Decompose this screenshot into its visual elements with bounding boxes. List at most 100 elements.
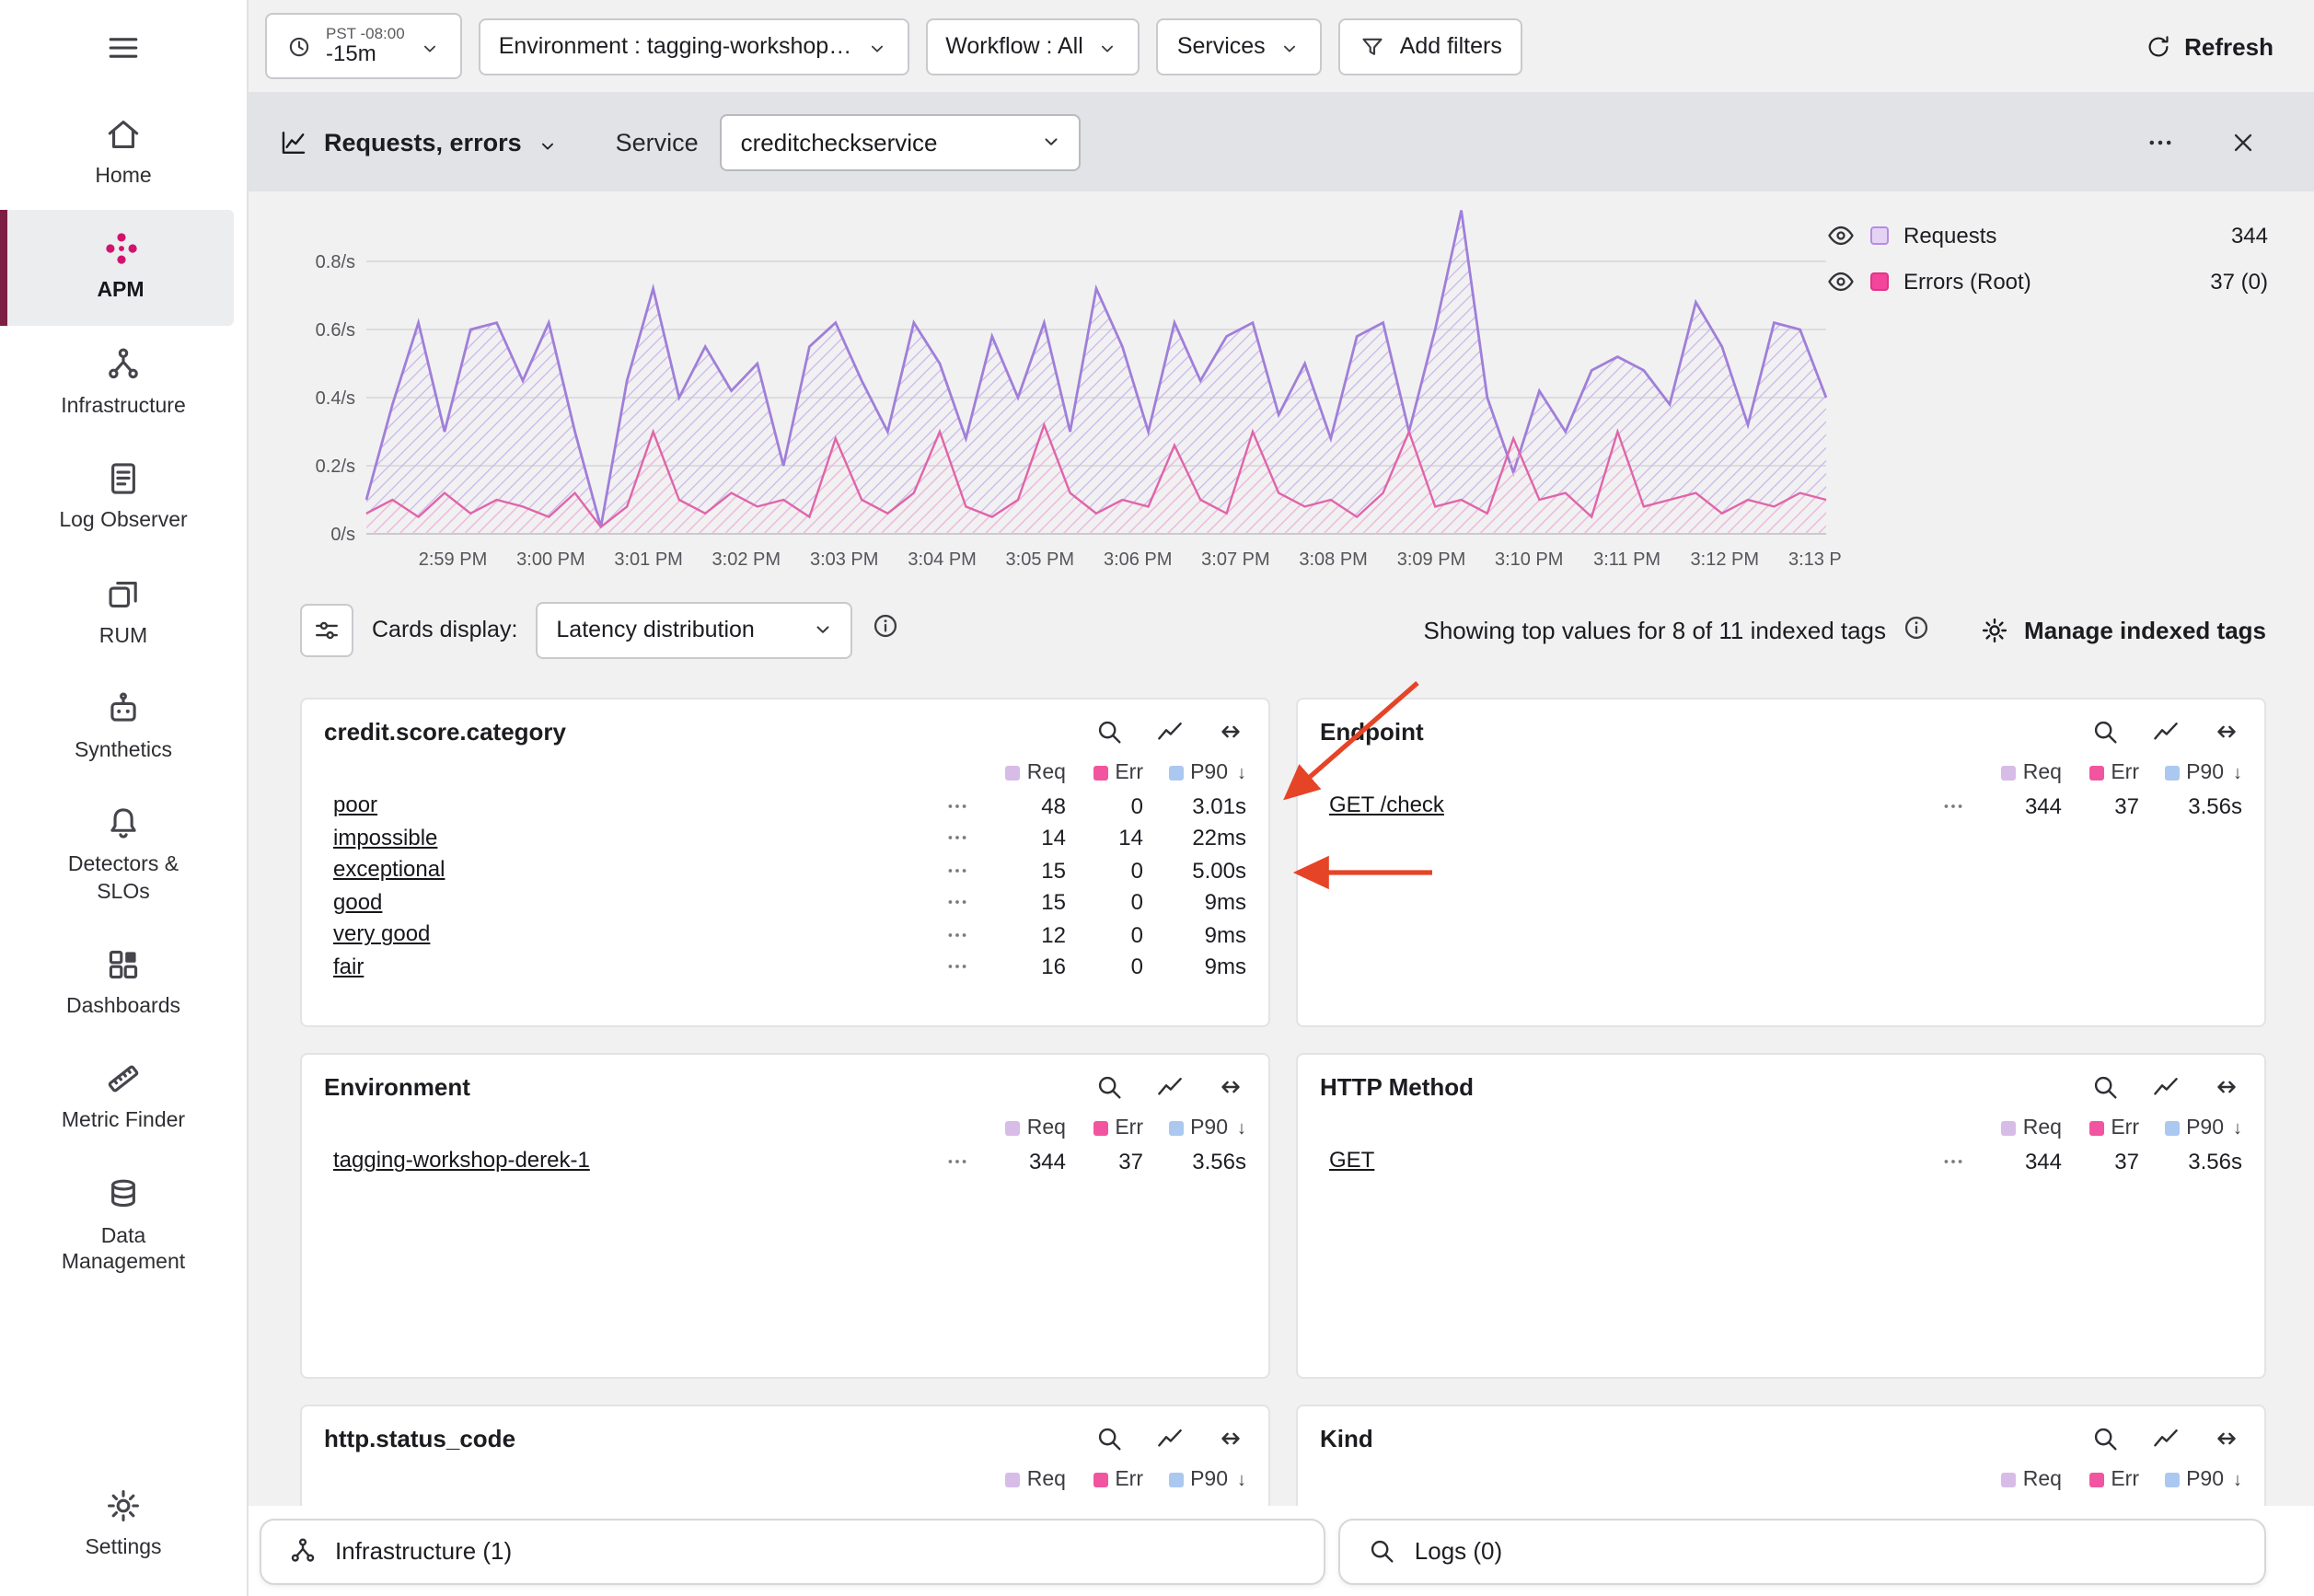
ellipsis-icon[interactable] xyxy=(944,826,970,851)
mini-chart-icon[interactable] xyxy=(2150,1071,2181,1103)
tag-value-link[interactable]: exceptional xyxy=(324,857,445,883)
column-header-err[interactable]: Err xyxy=(2062,1117,2139,1139)
ellipsis-icon[interactable] xyxy=(944,954,970,980)
card-compare-button[interactable] xyxy=(2211,1071,2242,1103)
filter-settings-button[interactable] xyxy=(300,603,353,656)
card-search-button[interactable] xyxy=(1093,1423,1125,1454)
card-compare-button[interactable] xyxy=(2211,716,2242,747)
card-search-button[interactable] xyxy=(1093,1071,1125,1103)
logs-button[interactable]: Logs (0) xyxy=(1339,1518,2266,1584)
panel-close-button[interactable] xyxy=(2227,126,2259,157)
column-header-req[interactable]: Req xyxy=(1973,762,2062,784)
service-select[interactable]: creditcheckservice xyxy=(721,113,1082,170)
row-menu-button[interactable] xyxy=(937,1149,978,1174)
card-chart-button[interactable] xyxy=(2150,1423,2181,1454)
card-chart-button[interactable] xyxy=(1154,1423,1186,1454)
row-menu-button[interactable] xyxy=(937,954,978,980)
mini-chart-icon[interactable] xyxy=(1154,1423,1186,1454)
add-filters-button[interactable]: Add filters xyxy=(1339,17,1522,75)
card-chart-button[interactable] xyxy=(1154,1071,1186,1103)
card-compare-button[interactable] xyxy=(1215,716,1246,747)
eye-icon[interactable] xyxy=(1826,267,1856,296)
column-header-req[interactable]: Req xyxy=(1973,1117,2062,1139)
cards-display-info[interactable] xyxy=(871,610,900,649)
tag-value-link[interactable]: good xyxy=(324,889,382,915)
sidebar-item-home[interactable]: Home xyxy=(0,96,247,211)
column-header-err[interactable]: Err xyxy=(1066,762,1143,784)
column-header-req[interactable]: Req xyxy=(978,1469,1066,1491)
column-header-req[interactable]: Req xyxy=(978,1117,1066,1139)
refresh-button[interactable]: Refresh xyxy=(2144,32,2274,60)
sidebar-item-apm[interactable]: APM xyxy=(0,211,234,326)
tag-value-link[interactable]: very good xyxy=(324,921,430,947)
sidebar-item-infrastructure[interactable]: Infrastructure xyxy=(0,326,247,441)
tag-value-link[interactable]: GET xyxy=(1320,1148,1374,1174)
panel-more-button[interactable] xyxy=(2145,126,2176,157)
card-compare-button[interactable] xyxy=(2211,1423,2242,1454)
sidebar-item-metric-finder[interactable]: Metric Finder xyxy=(0,1041,247,1156)
column-header-err[interactable]: Err xyxy=(1066,1117,1143,1139)
sidebar-item-settings[interactable]: Settings xyxy=(0,1466,247,1581)
card-search-button[interactable] xyxy=(1093,716,1125,747)
ellipsis-icon[interactable] xyxy=(944,922,970,948)
sidebar-item-synthetics[interactable]: Synthetics xyxy=(0,670,247,785)
row-menu-button[interactable] xyxy=(1933,1149,1973,1174)
ellipsis-icon[interactable] xyxy=(1940,1149,1966,1174)
double-arrow-icon[interactable] xyxy=(2211,716,2242,747)
sidebar-item-dashboards[interactable]: Dashboards xyxy=(0,926,247,1041)
row-menu-button[interactable] xyxy=(937,858,978,884)
tag-value-link[interactable]: impossible xyxy=(324,825,437,850)
mini-chart-icon[interactable] xyxy=(2150,1423,2181,1454)
indexed-tags-info-icon[interactable] xyxy=(1901,612,1930,647)
column-header-p90[interactable]: P90↓ xyxy=(2139,762,2242,784)
environment-filter-dropdown[interactable]: Environment : tagging-workshop… xyxy=(479,17,909,75)
column-header-req[interactable]: Req xyxy=(978,762,1066,784)
double-arrow-icon[interactable] xyxy=(1215,1071,1246,1103)
card-search-button[interactable] xyxy=(2089,1423,2121,1454)
column-header-p90[interactable]: P90↓ xyxy=(1143,1469,1246,1491)
double-arrow-icon[interactable] xyxy=(1215,1423,1246,1454)
mini-chart-icon[interactable] xyxy=(1154,1071,1186,1103)
row-menu-button[interactable] xyxy=(1933,793,1973,819)
column-header-p90[interactable]: P90↓ xyxy=(1143,1117,1246,1139)
visibility-toggle[interactable] xyxy=(1826,221,1856,250)
cards-display-dropdown[interactable]: Latency distribution xyxy=(536,601,852,658)
card-search-button[interactable] xyxy=(2089,716,2121,747)
search-icon[interactable] xyxy=(2089,716,2121,747)
workflow-filter-dropdown[interactable]: Workflow : All xyxy=(925,17,1140,75)
infrastructure-button[interactable]: Infrastructure (1) xyxy=(260,1518,1326,1584)
eye-icon[interactable] xyxy=(1826,221,1856,250)
ellipsis-icon[interactable] xyxy=(1940,793,1966,819)
row-menu-button[interactable] xyxy=(937,793,978,819)
ellipsis-icon[interactable] xyxy=(944,890,970,916)
double-arrow-icon[interactable] xyxy=(1215,716,1246,747)
card-search-button[interactable] xyxy=(2089,1071,2121,1103)
tag-value-link[interactable]: tagging-workshop-derek-1 xyxy=(324,1148,590,1174)
row-menu-button[interactable] xyxy=(937,826,978,851)
row-menu-button[interactable] xyxy=(937,922,978,948)
card-compare-button[interactable] xyxy=(1215,1423,1246,1454)
tag-value-link[interactable]: poor xyxy=(324,792,377,818)
search-icon[interactable] xyxy=(2089,1423,2121,1454)
services-filter-dropdown[interactable]: Services xyxy=(1157,17,1323,75)
card-chart-button[interactable] xyxy=(1154,716,1186,747)
column-header-err[interactable]: Err xyxy=(2062,762,2139,784)
visibility-toggle[interactable] xyxy=(1826,267,1856,296)
sidebar-item-detectors-slos[interactable]: Detectors & SLOs xyxy=(0,785,247,927)
manage-indexed-tags-button[interactable]: Manage indexed tags xyxy=(1978,614,2266,645)
tag-value-link[interactable]: fair xyxy=(324,954,364,979)
mini-chart-icon[interactable] xyxy=(2150,716,2181,747)
column-header-req[interactable]: Req xyxy=(1973,1469,2062,1491)
ellipsis-icon[interactable] xyxy=(944,858,970,884)
sidebar-item-rum[interactable]: RUM xyxy=(0,555,247,670)
card-chart-button[interactable] xyxy=(2150,1071,2181,1103)
column-header-err[interactable]: Err xyxy=(1066,1469,1143,1491)
ellipsis-icon[interactable] xyxy=(944,1149,970,1174)
hamburger-menu-button[interactable] xyxy=(0,0,247,96)
time-range-picker[interactable]: PST -08:00 -15m xyxy=(265,13,462,79)
row-menu-button[interactable] xyxy=(937,890,978,916)
search-icon[interactable] xyxy=(2089,1071,2121,1103)
sidebar-item-log-observer[interactable]: Log Observer xyxy=(0,440,247,555)
card-chart-button[interactable] xyxy=(2150,716,2181,747)
search-icon[interactable] xyxy=(1093,716,1125,747)
